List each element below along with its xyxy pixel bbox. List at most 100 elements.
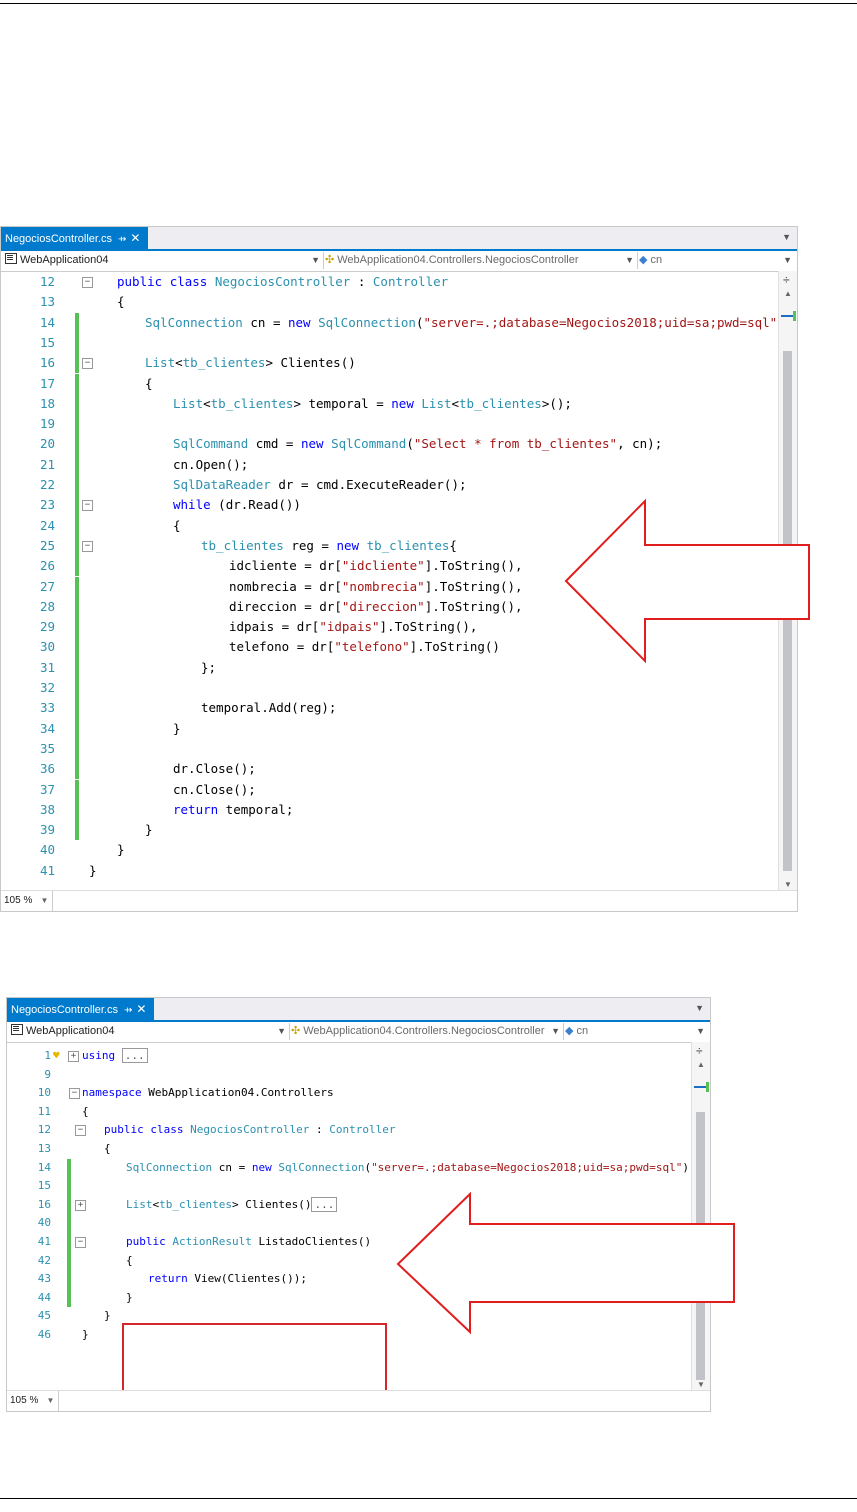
zoom-combo[interactable]: 105 % ▼ [4, 891, 54, 911]
project-combo[interactable]: WebApplication04 ▼ [7, 1023, 290, 1040]
collapse-icon[interactable]: − [82, 540, 93, 552]
line-number: 41 [39, 862, 55, 878]
change-indicator [75, 820, 79, 841]
change-indicator [67, 1288, 71, 1308]
code-line[interactable]: 9 [7, 1066, 692, 1085]
change-indicator [75, 353, 79, 374]
collapse-icon[interactable]: − [75, 1125, 86, 1137]
scroll-up-icon[interactable]: ▲ [784, 289, 792, 298]
change-indicator [75, 779, 79, 800]
pin-icon[interactable]: ⇸ [118, 234, 126, 245]
code-line[interactable]: 39} [1, 820, 779, 841]
project-combo[interactable]: WebApplication04 ▼ [1, 252, 324, 269]
close-icon[interactable]: ✕ [130, 231, 140, 245]
close-icon[interactable]: ✕ [136, 1002, 146, 1016]
collapse-icon[interactable]: − [75, 1237, 86, 1248]
change-indicator [75, 312, 79, 333]
class-combo[interactable]: ✣ WebApplication04.Controllers.NegociosCo… [325, 252, 638, 269]
scroll-up-icon[interactable]: ▲ [697, 1060, 705, 1069]
class-icon: ✣ [291, 1025, 301, 1037]
project-icon [11, 1024, 23, 1035]
code-line[interactable]: 13 { [7, 1140, 692, 1159]
tab-dropdown-icon[interactable]: ▼ [695, 1003, 704, 1013]
collapse-icon[interactable]: − [69, 1088, 80, 1100]
code-line[interactable]: 18 List<tb_clientes> temporal = new List<… [1, 393, 779, 415]
member-name: cn [576, 1025, 589, 1037]
pin-icon[interactable]: ⇸ [124, 1005, 132, 1016]
code-text: idpais = dr["idpais"].ToString(), [229, 619, 478, 635]
code-line[interactable]: 12 − public class NegociosController : Con… [1, 272, 779, 292]
split-icon[interactable]: ÷ [696, 1044, 703, 1058]
code-line[interactable]: 41} [1, 861, 779, 881]
code-line[interactable]: 22 SqlDataReader dr = cmd.ExecuteReader()… [1, 475, 779, 496]
code-line[interactable]: 14 SqlConnection cn = new SqlConnection("… [7, 1158, 696, 1178]
red-arrow-2 [396, 1191, 735, 1335]
chevron-down-icon: ▼ [46, 1396, 55, 1405]
change-indicator [67, 1233, 71, 1252]
navigation-bar: WebApplication04 ▼ ✣ WebApplication04.Con… [1, 251, 797, 272]
line-number: 44 [37, 1290, 51, 1304]
member-combo[interactable]: ◆ cn ▼ [639, 252, 795, 269]
code-line[interactable]: 19 [1, 414, 779, 435]
tab-dropdown-icon[interactable]: ▼ [782, 232, 791, 242]
code-text: { [145, 375, 153, 391]
zoom-combo[interactable]: 105 % ▼ [10, 1391, 60, 1411]
collapse-icon[interactable]: − [82, 277, 93, 288]
collapse-icon[interactable]: − [82, 358, 93, 370]
change-indicator [75, 657, 79, 678]
code-line[interactable]: 16 − List<tb_clientes> Clientes() [1, 353, 779, 374]
code-text: namespace WebApplication04.Controllers [82, 1086, 334, 1100]
code-line[interactable]: 1 + ♥ using ... [7, 1047, 692, 1066]
code-line[interactable]: 21 cn.Open(); [1, 454, 779, 475]
code-line[interactable]: 20 SqlCommand cmd = new SqlCommand("Selec… [1, 434, 779, 455]
code-line[interactable]: 15 [1, 332, 779, 354]
lightbulb-icon[interactable]: ♥ [53, 1047, 60, 1066]
code-line[interactable]: 11 { [7, 1103, 692, 1122]
zoom-level: 105 % [10, 1395, 39, 1406]
page-bottom-rule [0, 1498, 857, 1499]
code-line[interactable]: 34} [1, 718, 779, 739]
member-name: cn [650, 254, 663, 266]
chevron-down-icon: ▼ [551, 1026, 560, 1036]
code-line[interactable]: 10 − namespace WebApplication04.Controller… [7, 1084, 692, 1103]
change-indicator [75, 637, 79, 658]
code-text: { [82, 1104, 89, 1118]
line-number: 34 [39, 720, 55, 736]
code-line[interactable]: 36 dr.Close(); [1, 759, 779, 780]
expand-icon[interactable]: + [75, 1199, 86, 1211]
code-line[interactable]: 14 SqlConnection cn = new SqlConnection("… [1, 312, 792, 333]
expand-icon[interactable]: + [68, 1051, 79, 1062]
class-combo[interactable]: ✣ WebApplication04.Controllers.NegociosCo… [291, 1023, 564, 1040]
code-text: nombrecia = dr["nombrecia"].ToString(), [229, 578, 523, 594]
line-number: 41 [37, 1235, 51, 1248]
change-indicator [75, 495, 79, 516]
change-indicator [67, 1195, 71, 1215]
code-line[interactable]: 35 [1, 738, 779, 760]
line-number: 23 [39, 497, 55, 513]
line-number: 27 [39, 578, 55, 594]
tab-negocios-controller[interactable]: NegociosController.cs ⇸ ✕ [1, 227, 149, 249]
code-line[interactable]: 37 cn.Close(); [1, 779, 779, 800]
line-number: 36 [39, 761, 55, 777]
code-text: while (dr.Read()) [173, 497, 301, 513]
code-line[interactable]: 38 return temporal; [1, 799, 779, 821]
code-line[interactable]: 33 temporal.Add(reg); [1, 698, 779, 719]
code-line[interactable]: 32 [1, 678, 779, 699]
code-line[interactable]: 13 { [1, 292, 779, 312]
change-indicator [75, 596, 79, 618]
collapse-icon[interactable]: − [82, 500, 93, 512]
line-number: 14 [39, 314, 55, 330]
scroll-down-icon[interactable]: ▼ [697, 1380, 705, 1389]
scroll-down-icon[interactable]: ▼ [784, 880, 792, 889]
member-combo[interactable]: ◆ cn ▼ [565, 1023, 708, 1040]
line-number: 25 [39, 537, 55, 553]
tab-negocios-controller[interactable]: NegociosController.cs ⇸ ✕ [7, 998, 155, 1020]
split-icon[interactable]: ÷ [783, 273, 790, 287]
code-line[interactable]: 12 − public class NegociosController : Con… [7, 1121, 692, 1140]
change-indicator [67, 1251, 71, 1271]
code-text: idcliente = dr["idcliente"].ToString(), [229, 558, 523, 574]
field-icon: ◆ [565, 1025, 574, 1037]
code-line[interactable]: 40} [1, 840, 779, 860]
code-line[interactable]: 17 { [1, 373, 779, 394]
code-text: return temporal; [173, 801, 294, 817]
